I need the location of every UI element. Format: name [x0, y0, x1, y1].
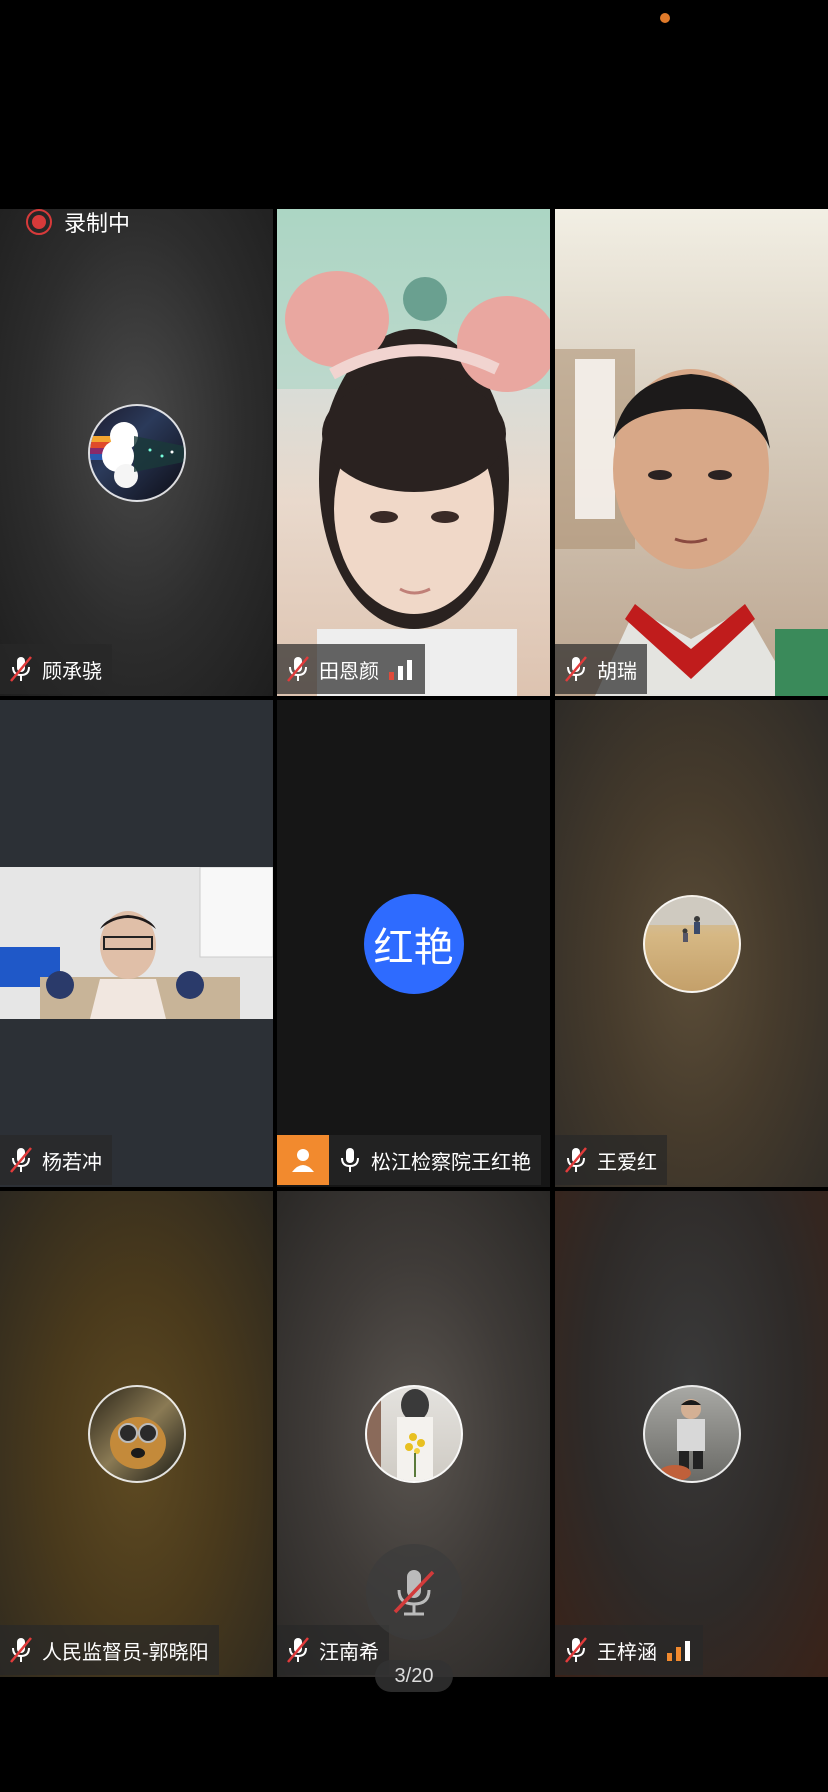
- avatar: [642, 1385, 741, 1483]
- video-feed-room: [0, 867, 273, 1019]
- avatar: [364, 1385, 463, 1483]
- name-bar: 胡瑞: [555, 644, 647, 694]
- participant-tile-9[interactable]: 王梓涵: [555, 1191, 828, 1677]
- participant-name: 杨若冲: [42, 1151, 102, 1174]
- person-icon: [277, 1135, 329, 1185]
- dog-goggles-icon: [109, 1417, 166, 1469]
- name-bar: 王爱红: [555, 1135, 667, 1185]
- name-bar: 杨若冲: [0, 1135, 112, 1185]
- kid-jacket-icon: [658, 1399, 705, 1481]
- signal-strength-icon: [667, 1641, 690, 1661]
- video-feed-boy: [555, 349, 828, 696]
- participant-name: 汪南希: [319, 1641, 379, 1664]
- record-dot-icon: [26, 209, 52, 235]
- mic-muted-icon: [393, 1570, 435, 1616]
- mic-muted-icon: [287, 1637, 309, 1663]
- signal-strength-icon: [389, 660, 412, 680]
- participant-tile-5[interactable]: 红艳 松江检察院王红艳: [277, 700, 550, 1187]
- name-bar: 田恩颜: [277, 644, 425, 694]
- participant-name: 胡瑞: [597, 660, 637, 683]
- participant-tile-2[interactable]: 田恩颜: [277, 209, 550, 696]
- name-bar: 汪南希: [277, 1625, 389, 1675]
- participant-tile-3[interactable]: 胡瑞: [555, 209, 828, 696]
- mic-muted-icon: [10, 1637, 32, 1663]
- avatar: [87, 1385, 186, 1483]
- recording-label: 录制中: [64, 211, 131, 236]
- rainbow-galaxy-icon: [89, 421, 184, 488]
- mic-on-icon: [341, 1148, 359, 1172]
- mic-muted-icon: [565, 1637, 587, 1663]
- mic-muted-icon: [10, 656, 32, 682]
- name-bar: 松江检察院王红艳: [277, 1135, 541, 1185]
- recording-indicator: 录制中: [26, 206, 130, 238]
- name-bar: 王梓涵: [555, 1625, 703, 1675]
- participant-tile-7[interactable]: 人民监督员-郭晓阳: [0, 1191, 273, 1677]
- participant-tile-4[interactable]: 杨若冲: [0, 700, 273, 1187]
- floating-mute-button[interactable]: [366, 1544, 462, 1640]
- name-bar: 顾承骁: [0, 644, 112, 694]
- participant-tile-6[interactable]: 王爱红: [555, 700, 828, 1187]
- participant-name: 王梓涵: [597, 1641, 657, 1664]
- beach-walk-icon: [644, 896, 739, 942]
- avatar: [87, 403, 186, 502]
- avatar: [642, 894, 741, 993]
- initials-avatar: 红艳: [363, 893, 464, 994]
- mic-muted-icon: [565, 656, 587, 682]
- participant-name: 王爱红: [597, 1151, 657, 1174]
- participant-name: 顾承骁: [42, 660, 102, 683]
- participant-name: 田恩颜: [319, 660, 379, 683]
- flowers-girl-icon: [366, 1387, 433, 1481]
- participant-name: 松江检察院王红艳: [371, 1151, 531, 1174]
- page-indicator: 3/20: [375, 1660, 453, 1692]
- mic-muted-icon: [10, 1147, 32, 1173]
- mic-muted-icon: [565, 1147, 587, 1173]
- mic-muted-icon: [287, 656, 309, 682]
- participant-tile-1[interactable]: 顾承骁: [0, 209, 273, 696]
- video-feed-girl: [277, 209, 550, 696]
- participant-name: 人民监督员-郭晓阳: [42, 1641, 209, 1664]
- video-grid: 顾承骁 田恩颜 胡瑞 杨若冲 红艳 松江检察院王红艳 王爱红 人民监督员-郭晓阳…: [0, 209, 828, 1677]
- status-indicator-dot: [660, 13, 670, 23]
- name-bar: 人民监督员-郭晓阳: [0, 1625, 219, 1675]
